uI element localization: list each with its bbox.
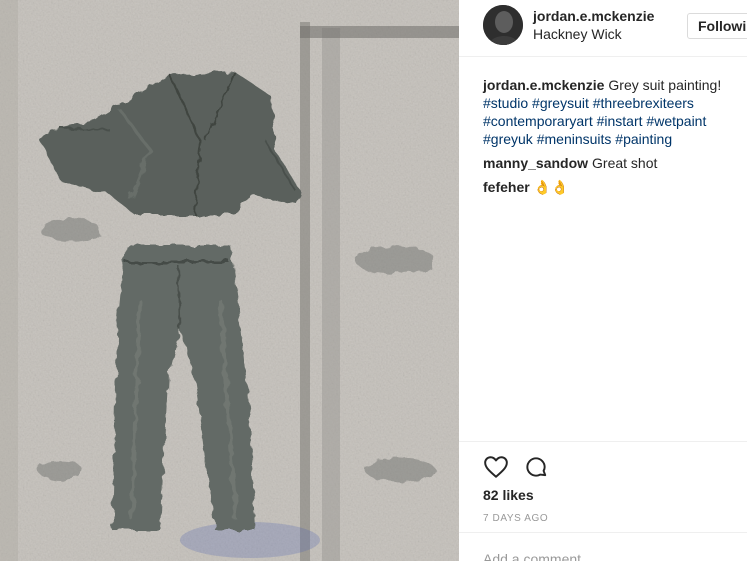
speech-bubble-icon[interactable] <box>523 454 549 480</box>
hashtag[interactable]: #greysuit <box>532 95 589 111</box>
caption-username[interactable]: jordan.e.mckenzie <box>483 77 604 93</box>
caption: jordan.e.mckenzie Grey suit painting! #st… <box>483 76 745 148</box>
post-timestamp[interactable]: 7 DAYS AGO <box>483 513 548 524</box>
avatar-image <box>483 5 523 45</box>
comment-username[interactable]: manny_sandow <box>483 155 588 171</box>
hashtag[interactable]: #wetpaint <box>646 113 706 129</box>
post-photo[interactable] <box>0 0 459 561</box>
heart-outline-icon[interactable] <box>483 454 509 480</box>
post-location[interactable]: Hackney Wick <box>533 26 622 42</box>
comment-text: 👌👌 <box>533 179 569 195</box>
author-username[interactable]: jordan.e.mckenzie <box>533 8 654 24</box>
hashtag[interactable]: #threebrexiteers <box>593 95 694 111</box>
hashtag[interactable]: #meninsuits <box>537 131 612 147</box>
avatar[interactable] <box>483 5 523 45</box>
comment-item: fefeher 👌👌 <box>483 178 745 196</box>
add-comment-section <box>459 532 747 561</box>
hashtag[interactable]: #instart <box>597 113 643 129</box>
post-side-panel: jordan.e.mckenzie Hackney Wick Followin … <box>459 0 747 561</box>
hashtag[interactable]: #painting <box>615 131 672 147</box>
post-header: jordan.e.mckenzie Hackney Wick Followin <box>459 0 747 57</box>
hashtag[interactable]: #contemporaryart <box>483 113 593 129</box>
add-comment-input[interactable] <box>483 551 723 561</box>
post-actions: 82 likes 7 DAYS AGO <box>459 441 747 561</box>
comment-username[interactable]: fefeher <box>483 179 530 195</box>
hashtag[interactable]: #studio <box>483 95 528 111</box>
comment-item: manny_sandow Great shot <box>483 154 745 172</box>
comment-list: jordan.e.mckenzie Grey suit painting! #st… <box>483 76 745 202</box>
follow-button[interactable]: Followin <box>687 13 747 39</box>
caption-text: Grey suit painting! <box>608 77 722 93</box>
comment-text: Great shot <box>592 155 658 171</box>
grey-suit-painting-image <box>0 0 459 561</box>
like-count[interactable]: 82 likes <box>483 487 534 503</box>
hashtag[interactable]: #greyuk <box>483 131 533 147</box>
